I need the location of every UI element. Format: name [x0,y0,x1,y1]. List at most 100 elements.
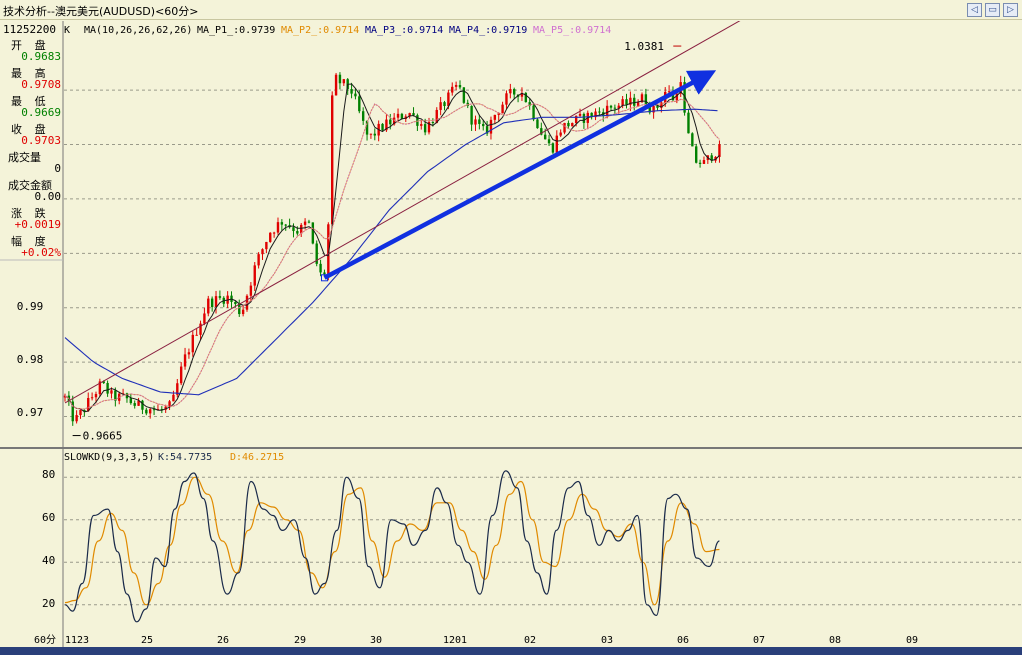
candle [288,218,291,229]
kd-y-tick-label: 20 [42,597,55,610]
candle [172,390,175,402]
candle [338,72,342,90]
candle [145,407,148,416]
candle [168,399,171,410]
candle [195,328,198,336]
candle [98,378,102,397]
candle [625,93,628,109]
candle [470,105,473,131]
candle [571,122,574,127]
candle [253,262,256,291]
kd-indicator-panel[interactable]: 80 60 40 20 SLOWKD(9,3,3,5) K:54.7735 D:… [0,448,1022,631]
candle [300,223,303,238]
candle [594,108,597,121]
candle [342,78,346,86]
candle [257,252,260,269]
candle [156,404,160,411]
candle [292,223,295,238]
trend-arrow[interactable] [323,70,717,280]
ma-p3-line [64,108,718,396]
trendline-thin[interactable] [64,8,762,404]
kd-d-line [64,476,720,606]
candle [513,87,516,100]
candle [222,296,225,308]
scroll-left-icon[interactable]: ◁ [967,3,982,17]
x-tick-label: 25 [141,635,153,646]
y-tick-label: 0.99 [17,300,44,313]
candle [241,305,245,317]
candle [691,132,694,147]
high-annotation: 1.0381 [624,40,664,53]
candle [377,120,380,142]
ma-p5-value: MA_P5_:0.9714 [533,25,611,36]
candle [485,120,489,136]
candle [106,380,109,397]
x-tick-label: 30 [370,635,382,646]
candle [586,110,589,130]
candle [334,72,338,96]
x-tick-label: 06 [677,635,689,646]
candle [176,379,179,398]
candle [218,290,222,300]
ma-p2-value: MA_P2_:0.9714 [281,25,359,36]
candle [210,296,214,312]
candle [276,217,280,235]
candle [203,307,206,326]
kd-y-tick-label: 80 [42,468,55,481]
candle [590,112,593,120]
candle [261,248,264,260]
candle [315,240,318,267]
candle [698,159,702,168]
status-bar [0,647,1022,655]
scroll-right-icon[interactable]: ▷ [1003,3,1018,17]
candle [148,407,152,419]
candle [598,107,601,116]
ma-p5-line [64,98,720,410]
candle [710,152,713,163]
candle [319,259,322,277]
candle [187,348,191,359]
candle [509,83,512,99]
period-label: 60分 [34,634,56,646]
candle [269,232,272,243]
candle [474,115,477,131]
window-title: 技术分析--澳元美元(AUDUSD)<60分> [3,5,199,18]
candle [559,129,562,138]
candle [311,222,315,245]
ma-p1-value: MA_P1_:0.9739 [197,25,275,36]
restore-window-icon[interactable]: ▭ [985,3,1000,17]
candle [505,90,508,109]
candle [90,392,94,401]
candle [578,108,582,118]
candle [87,392,90,412]
x-tick-label: 29 [294,635,306,646]
candle [536,118,539,129]
candle [280,219,284,231]
candle [702,156,706,164]
candle [129,393,133,405]
candle [563,122,566,135]
y-tick-label: 0.98 [17,353,44,366]
candle [462,87,466,104]
candle [330,91,334,227]
ma-p1-line [64,83,720,413]
candle [361,107,365,125]
candle [439,96,442,116]
kd-y-tick-label: 60 [42,511,55,524]
candle [75,410,78,424]
candle [687,108,690,134]
title-bar: 技术分析--澳元美元(AUDUSD)<60分> ◁ ▭ ▷ [0,0,1022,20]
y-tick-label: 0.97 [17,406,44,419]
candle [489,116,493,140]
x-tick-label: 26 [217,635,229,646]
candle [695,143,698,164]
ma-params-label: MA(10,26,26,62,26) [84,25,192,36]
candle [613,104,617,114]
candle [524,91,528,103]
price-chart-panel[interactable]: 0.99 0.98 0.97 K MA(10,26,26,62,26) MA_P… [0,8,1022,448]
candle [83,408,86,417]
x-tick-label: 03 [601,635,613,646]
kd-k-value: K:54.7735 [158,452,212,463]
candle [454,81,458,91]
candle [547,134,551,146]
